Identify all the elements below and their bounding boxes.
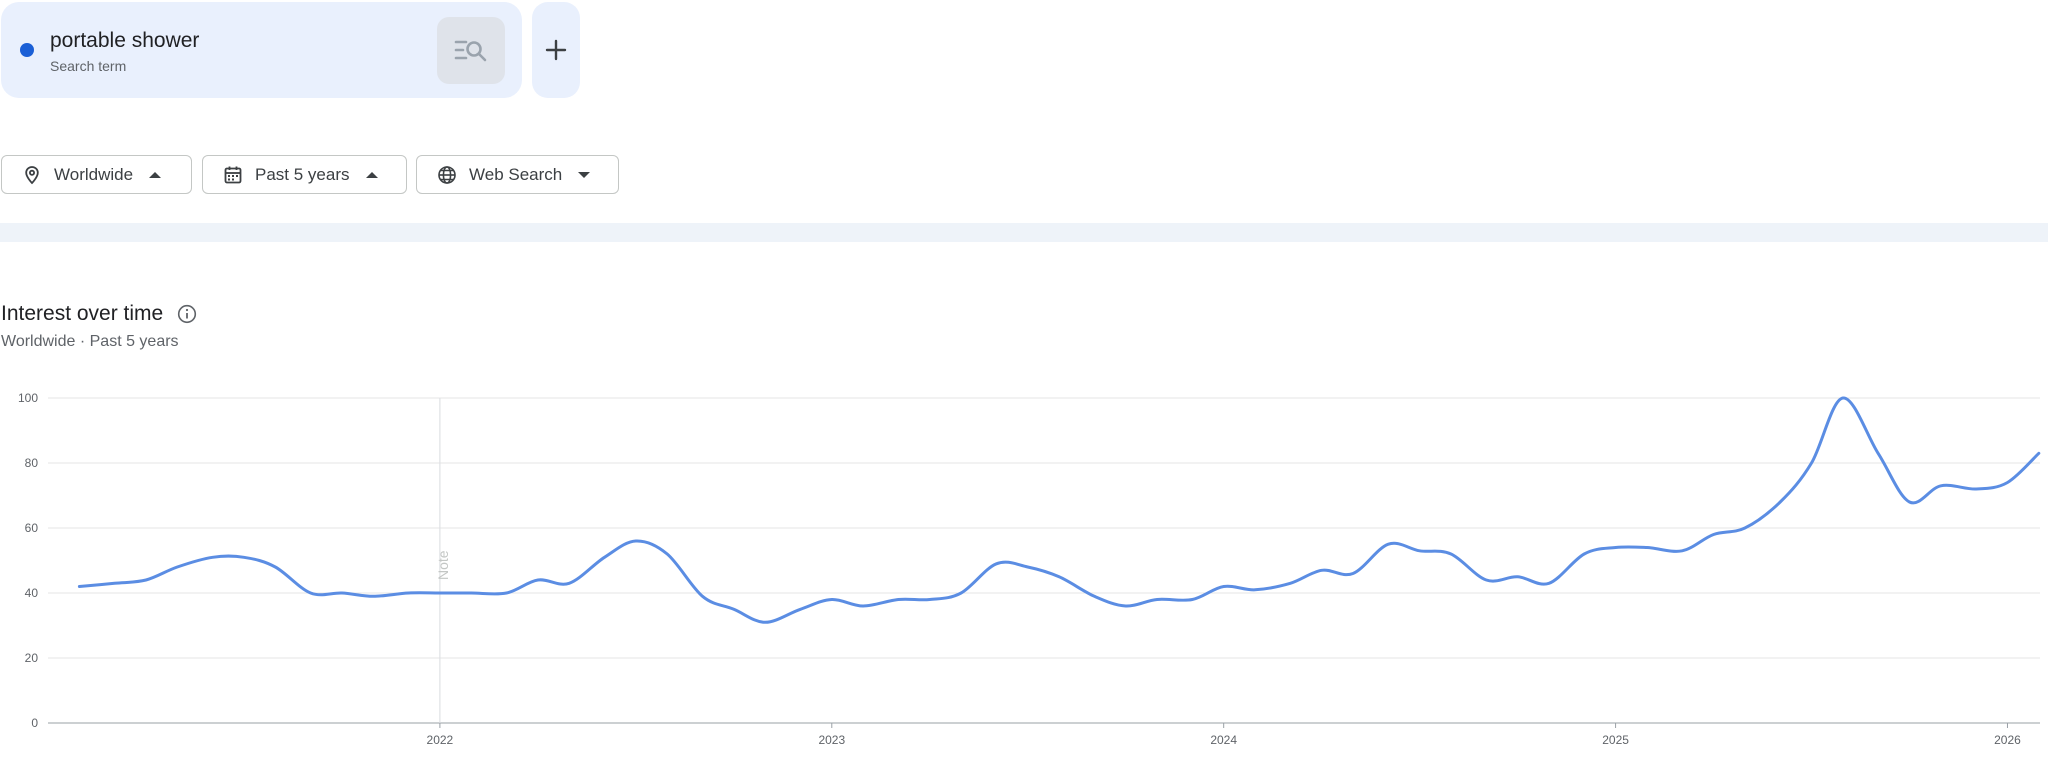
x-tick-label: 2023 (818, 733, 845, 747)
series-line (77, 396, 2041, 624)
add-term-button[interactable] (532, 2, 580, 98)
filter-search-icon (454, 40, 487, 61)
interest-over-time-chart: 0 20 40 60 80 100 2022 2023 2024 2025 2026 Note (18, 391, 2041, 747)
search-refine-button[interactable] (437, 17, 505, 84)
property-filter-label: Web Search (469, 164, 563, 184)
section-title: Interest over time (1, 302, 164, 325)
region-filter-dropdown[interactable]: Worldwide (1, 155, 192, 194)
x-tick-label: 2024 (1210, 733, 1237, 747)
section-header: Interest over time (1, 302, 197, 326)
info-icon[interactable] (177, 304, 197, 324)
section-subtitle: Worldwide · Past 5 years (1, 333, 179, 350)
x-tick-label: 2022 (427, 733, 454, 747)
time-filter-label: Past 5 years (255, 164, 350, 184)
y-tick-label: 40 (25, 586, 39, 600)
x-tick-label: 2026 (1994, 733, 2021, 747)
caret-down-icon (578, 171, 591, 178)
x-tick-label: 2025 (1602, 733, 1629, 747)
globe-icon (437, 165, 457, 185)
caret-up-icon (365, 171, 378, 178)
series-color-dot (20, 43, 34, 57)
plus-icon (545, 39, 567, 61)
caret-up-icon (149, 171, 162, 178)
location-pin-icon (22, 165, 42, 185)
y-tick-label: 20 (25, 651, 39, 665)
y-tick-label: 0 (31, 716, 38, 730)
calendar-icon (223, 165, 243, 185)
region-filter-label: Worldwide (54, 164, 134, 184)
y-tick-label: 80 (25, 456, 39, 470)
y-tick-label: 60 (25, 521, 39, 535)
search-term-type: Search term (50, 58, 127, 74)
property-filter-dropdown[interactable]: Web Search (416, 155, 619, 194)
search-term-name: portable shower (50, 29, 200, 52)
section-divider (0, 223, 2048, 242)
search-term-card[interactable]: portable shower Search term (1, 2, 522, 98)
annotation-label: Note (435, 550, 451, 580)
time-filter-dropdown[interactable]: Past 5 years (202, 155, 407, 194)
y-tick-label: 100 (18, 391, 38, 405)
